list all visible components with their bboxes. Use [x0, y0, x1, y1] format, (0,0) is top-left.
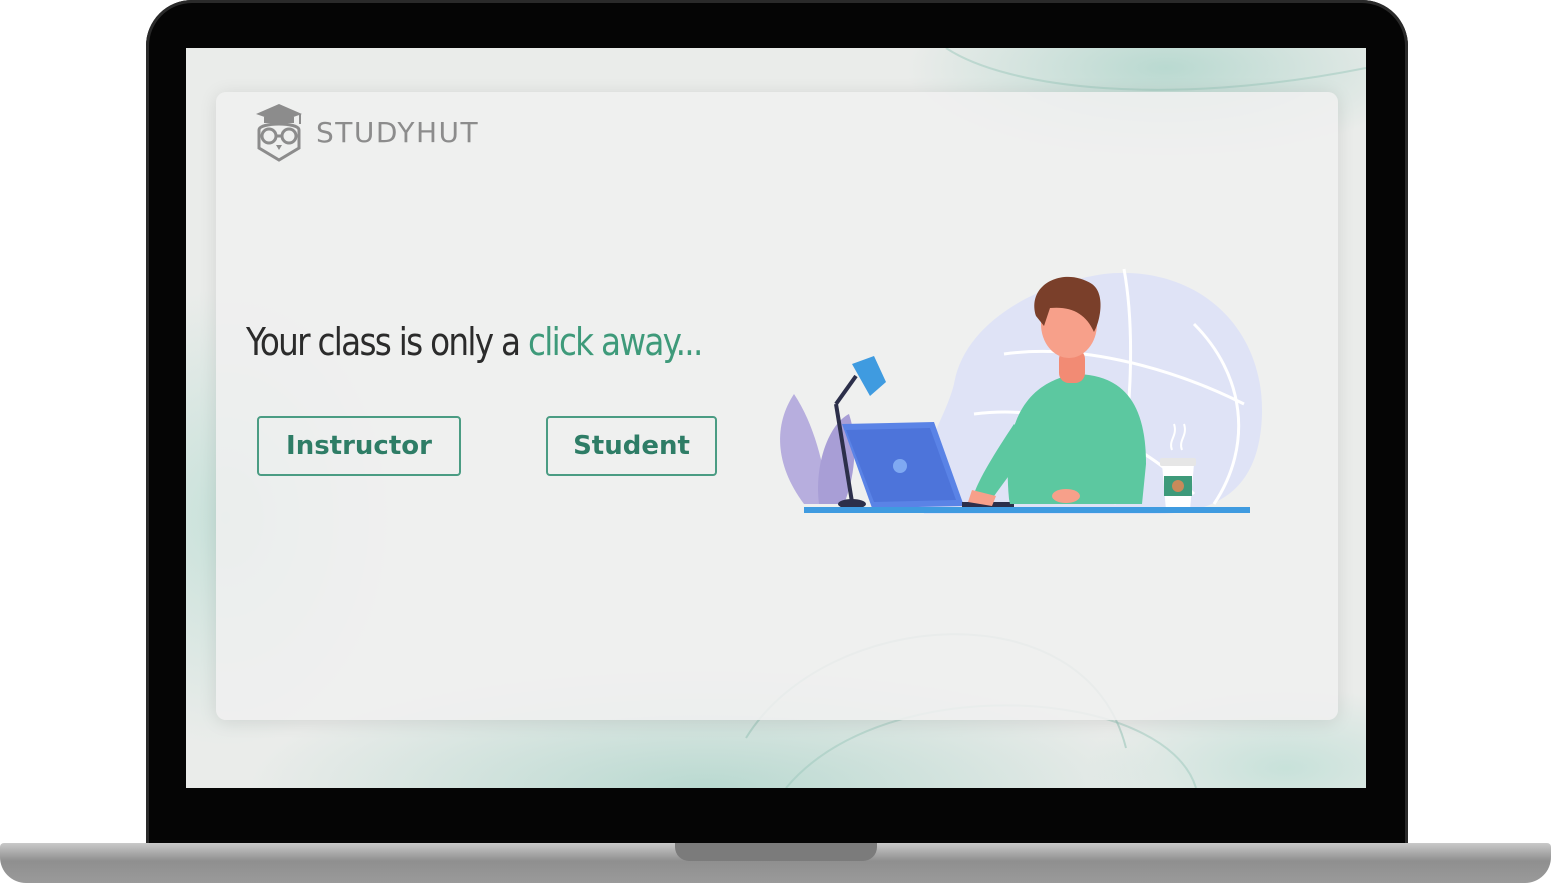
student-at-laptop-illustration [780, 268, 1263, 514]
landing-card: STUDYHUT Your class is only a click away… [216, 92, 1338, 720]
brand-name: STUDYHUT [316, 115, 480, 149]
brand-logo[interactable]: STUDYHUT [250, 100, 479, 164]
desk-surface [804, 507, 1250, 513]
page-headline: Your class is only a click away... [246, 320, 703, 364]
instructor-button[interactable]: Instructor [257, 416, 461, 476]
student-button[interactable]: Student [546, 416, 717, 476]
headline-accent: click away... [527, 320, 703, 364]
owl-graduation-cap-icon [256, 104, 302, 162]
laptop-notch [675, 843, 877, 861]
app-screen: STUDYHUT Your class is only a click away… [186, 48, 1366, 788]
headline-prefix: Your class is only a [246, 320, 528, 364]
